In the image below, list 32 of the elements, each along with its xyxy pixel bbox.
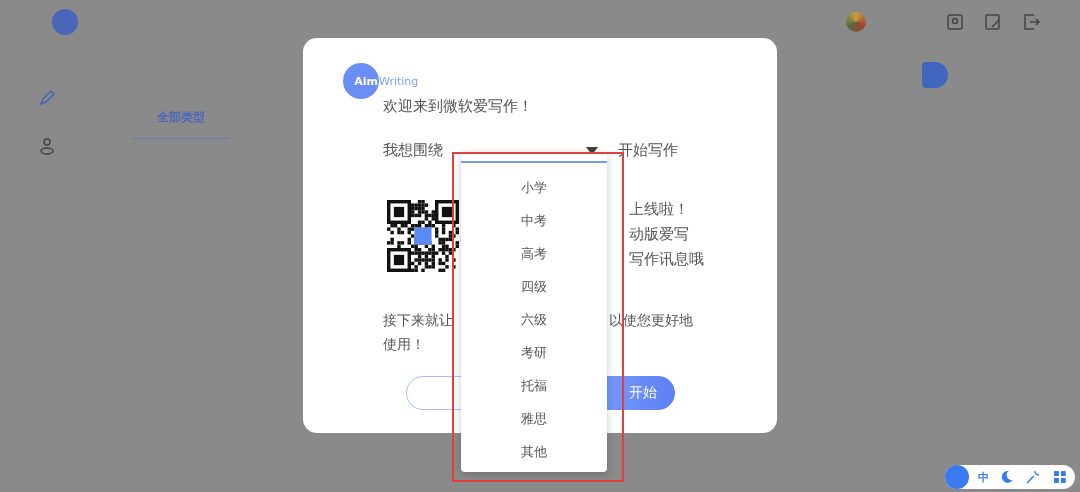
logo-mark: Aim (343, 63, 379, 99)
intro-text: 使用！ (383, 336, 425, 354)
edit-icon[interactable] (984, 13, 1002, 31)
avatar[interactable] (846, 12, 866, 32)
logo-text: Writing (379, 74, 419, 88)
pencil-icon[interactable] (38, 89, 56, 107)
promo-text: 上线啦！ (629, 200, 689, 219)
intro-text: 接下来就让 (383, 312, 453, 330)
dropdown-option[interactable]: 托福 (513, 369, 555, 402)
user-icon[interactable] (38, 137, 56, 155)
grid-icon[interactable] (1051, 468, 1069, 486)
dropdown-option[interactable]: 六级 (513, 303, 555, 336)
ime-logo-icon[interactable] (945, 465, 969, 489)
dropdown-option[interactable]: 中考 (513, 204, 555, 237)
promo-text: 写作讯息哦 (629, 250, 704, 269)
dropdown-option[interactable]: 考研 (513, 336, 555, 369)
ime-mode[interactable]: 中 (977, 469, 989, 485)
dropdown-option[interactable]: 高考 (513, 237, 555, 270)
caret-icon[interactable] (586, 146, 598, 155)
intro-text: 以使您更好地 (609, 312, 693, 330)
dropdown-option[interactable]: 四级 (513, 270, 555, 303)
promo-text: 动版爱写 (629, 225, 689, 244)
logout-icon[interactable] (1022, 13, 1040, 31)
dropdown-option[interactable]: 小学 (513, 171, 555, 204)
logo-icon (52, 9, 78, 35)
topic-select[interactable]: 我想围绕 (383, 141, 598, 160)
dropdown-option[interactable]: 其他 (513, 435, 555, 468)
welcome-text: 欢迎来到微软爱写作！ (383, 97, 534, 116)
image-icon[interactable] (946, 13, 964, 31)
qr-code (387, 200, 459, 272)
add-button[interactable] (922, 62, 948, 88)
dropdown-option[interactable]: 雅思 (513, 402, 555, 435)
